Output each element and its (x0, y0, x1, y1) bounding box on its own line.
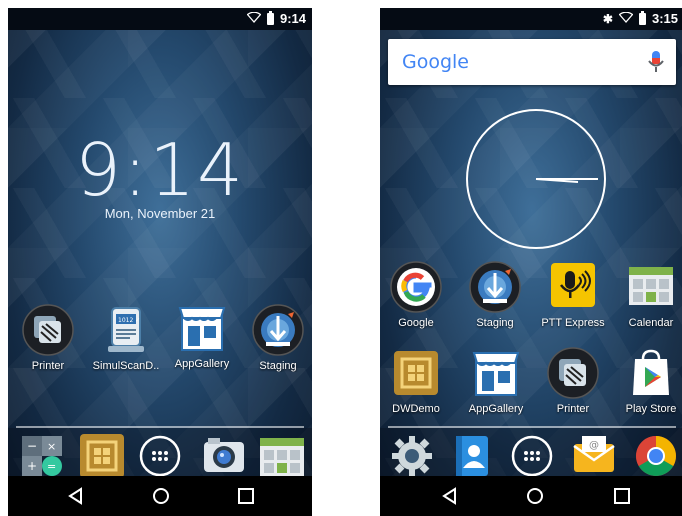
play-store-icon (625, 347, 677, 399)
ptt-express-icon (547, 261, 599, 313)
battery-icon (266, 10, 274, 25)
wifi-icon (246, 11, 262, 26)
microphone-icon[interactable] (646, 50, 666, 74)
home-screen-phone: ✱ 3:15 Google Google Staging PTT Express… (380, 8, 682, 516)
app-ptt-express[interactable]: PTT Express (535, 261, 611, 329)
appgallery-icon (470, 347, 522, 399)
app-staging[interactable]: Staging (457, 261, 533, 329)
svg-text:@: @ (589, 440, 599, 451)
google-app-icon (390, 261, 442, 313)
app-simulscan[interactable]: 1012 ✓ SimulScanD.. (88, 304, 164, 372)
app-staging[interactable]: Staging (240, 304, 312, 372)
app-appgallery[interactable]: AppGallery (164, 302, 240, 370)
svg-text:−: − (27, 439, 37, 453)
recents-icon[interactable] (612, 486, 632, 506)
app-appgallery[interactable]: AppGallery (458, 347, 534, 415)
app-printer[interactable]: Printer (10, 304, 86, 372)
appgallery-icon (176, 302, 228, 354)
calculator-icon[interactable]: − × + = (20, 434, 64, 478)
svg-text:=: = (47, 460, 56, 473)
svg-text:×: × (47, 440, 56, 453)
printer-icon (22, 304, 74, 356)
status-bar: 9:14 (8, 8, 312, 30)
home-icon[interactable] (151, 486, 171, 506)
status-time: 9:14 (279, 11, 306, 26)
back-icon[interactable] (440, 486, 460, 506)
app-label: Printer (31, 360, 65, 372)
recents-icon[interactable] (236, 486, 256, 506)
app-label: Google (398, 317, 434, 329)
app-label: Play Store (625, 403, 677, 415)
app-printer[interactable]: Printer (535, 347, 611, 415)
app-label: PTT Express (541, 317, 605, 329)
app-drawer-icon[interactable] (138, 434, 182, 478)
clock-date: Mon, November 21 (104, 206, 216, 221)
google-search-bar[interactable]: Google (388, 39, 676, 85)
contacts-icon[interactable] (450, 434, 494, 478)
battery-icon (638, 10, 646, 25)
settings-icon[interactable] (390, 434, 434, 478)
dwdemo-icon[interactable] (80, 434, 124, 478)
chrome-icon[interactable] (634, 434, 678, 478)
camera-icon[interactable] (202, 434, 246, 478)
lock-screen-phone: 9:14 9:14 Mon, November 21 Printer 1012 … (8, 8, 312, 516)
bluetooth-icon: ✱ (602, 11, 613, 26)
app-label: DWDemo (392, 403, 440, 415)
app-google[interactable]: Google (380, 261, 454, 329)
calendar-icon (625, 261, 677, 313)
email-icon[interactable]: @ (572, 434, 616, 478)
calendar-icon[interactable] (260, 434, 304, 478)
svg-text:1012 ✓: 1012 ✓ (118, 317, 140, 324)
app-label: SimulScanD.. (92, 360, 160, 372)
staging-icon (252, 304, 304, 356)
home-icon[interactable] (525, 486, 545, 506)
printer-icon (547, 347, 599, 399)
app-label: Staging (259, 360, 297, 372)
app-label: Calendar (628, 317, 674, 329)
app-drawer-icon[interactable] (510, 434, 554, 478)
app-label: AppGallery (468, 403, 524, 415)
app-label: Staging (476, 317, 514, 329)
navigation-bar (380, 476, 682, 516)
app-label: Printer (556, 403, 590, 415)
wifi-icon (618, 11, 634, 26)
back-icon[interactable] (66, 486, 86, 506)
clock-time: 9:14 (75, 128, 245, 212)
svg-text:+: + (27, 459, 37, 473)
analog-clock-widget[interactable] (466, 109, 606, 249)
simulscan-icon: 1012 ✓ (100, 304, 152, 356)
dwdemo-icon (390, 347, 442, 399)
app-label: AppGallery (174, 358, 230, 370)
navigation-bar (8, 476, 312, 516)
staging-icon (469, 261, 521, 313)
app-dwdemo[interactable]: DWDemo (380, 347, 454, 415)
status-time: 3:15 (651, 11, 678, 26)
google-logo: Google (402, 51, 470, 73)
app-play-store[interactable]: Play Store (613, 347, 682, 415)
status-bar: ✱ 3:15 (380, 8, 682, 30)
app-calendar[interactable]: Calendar (613, 261, 682, 329)
